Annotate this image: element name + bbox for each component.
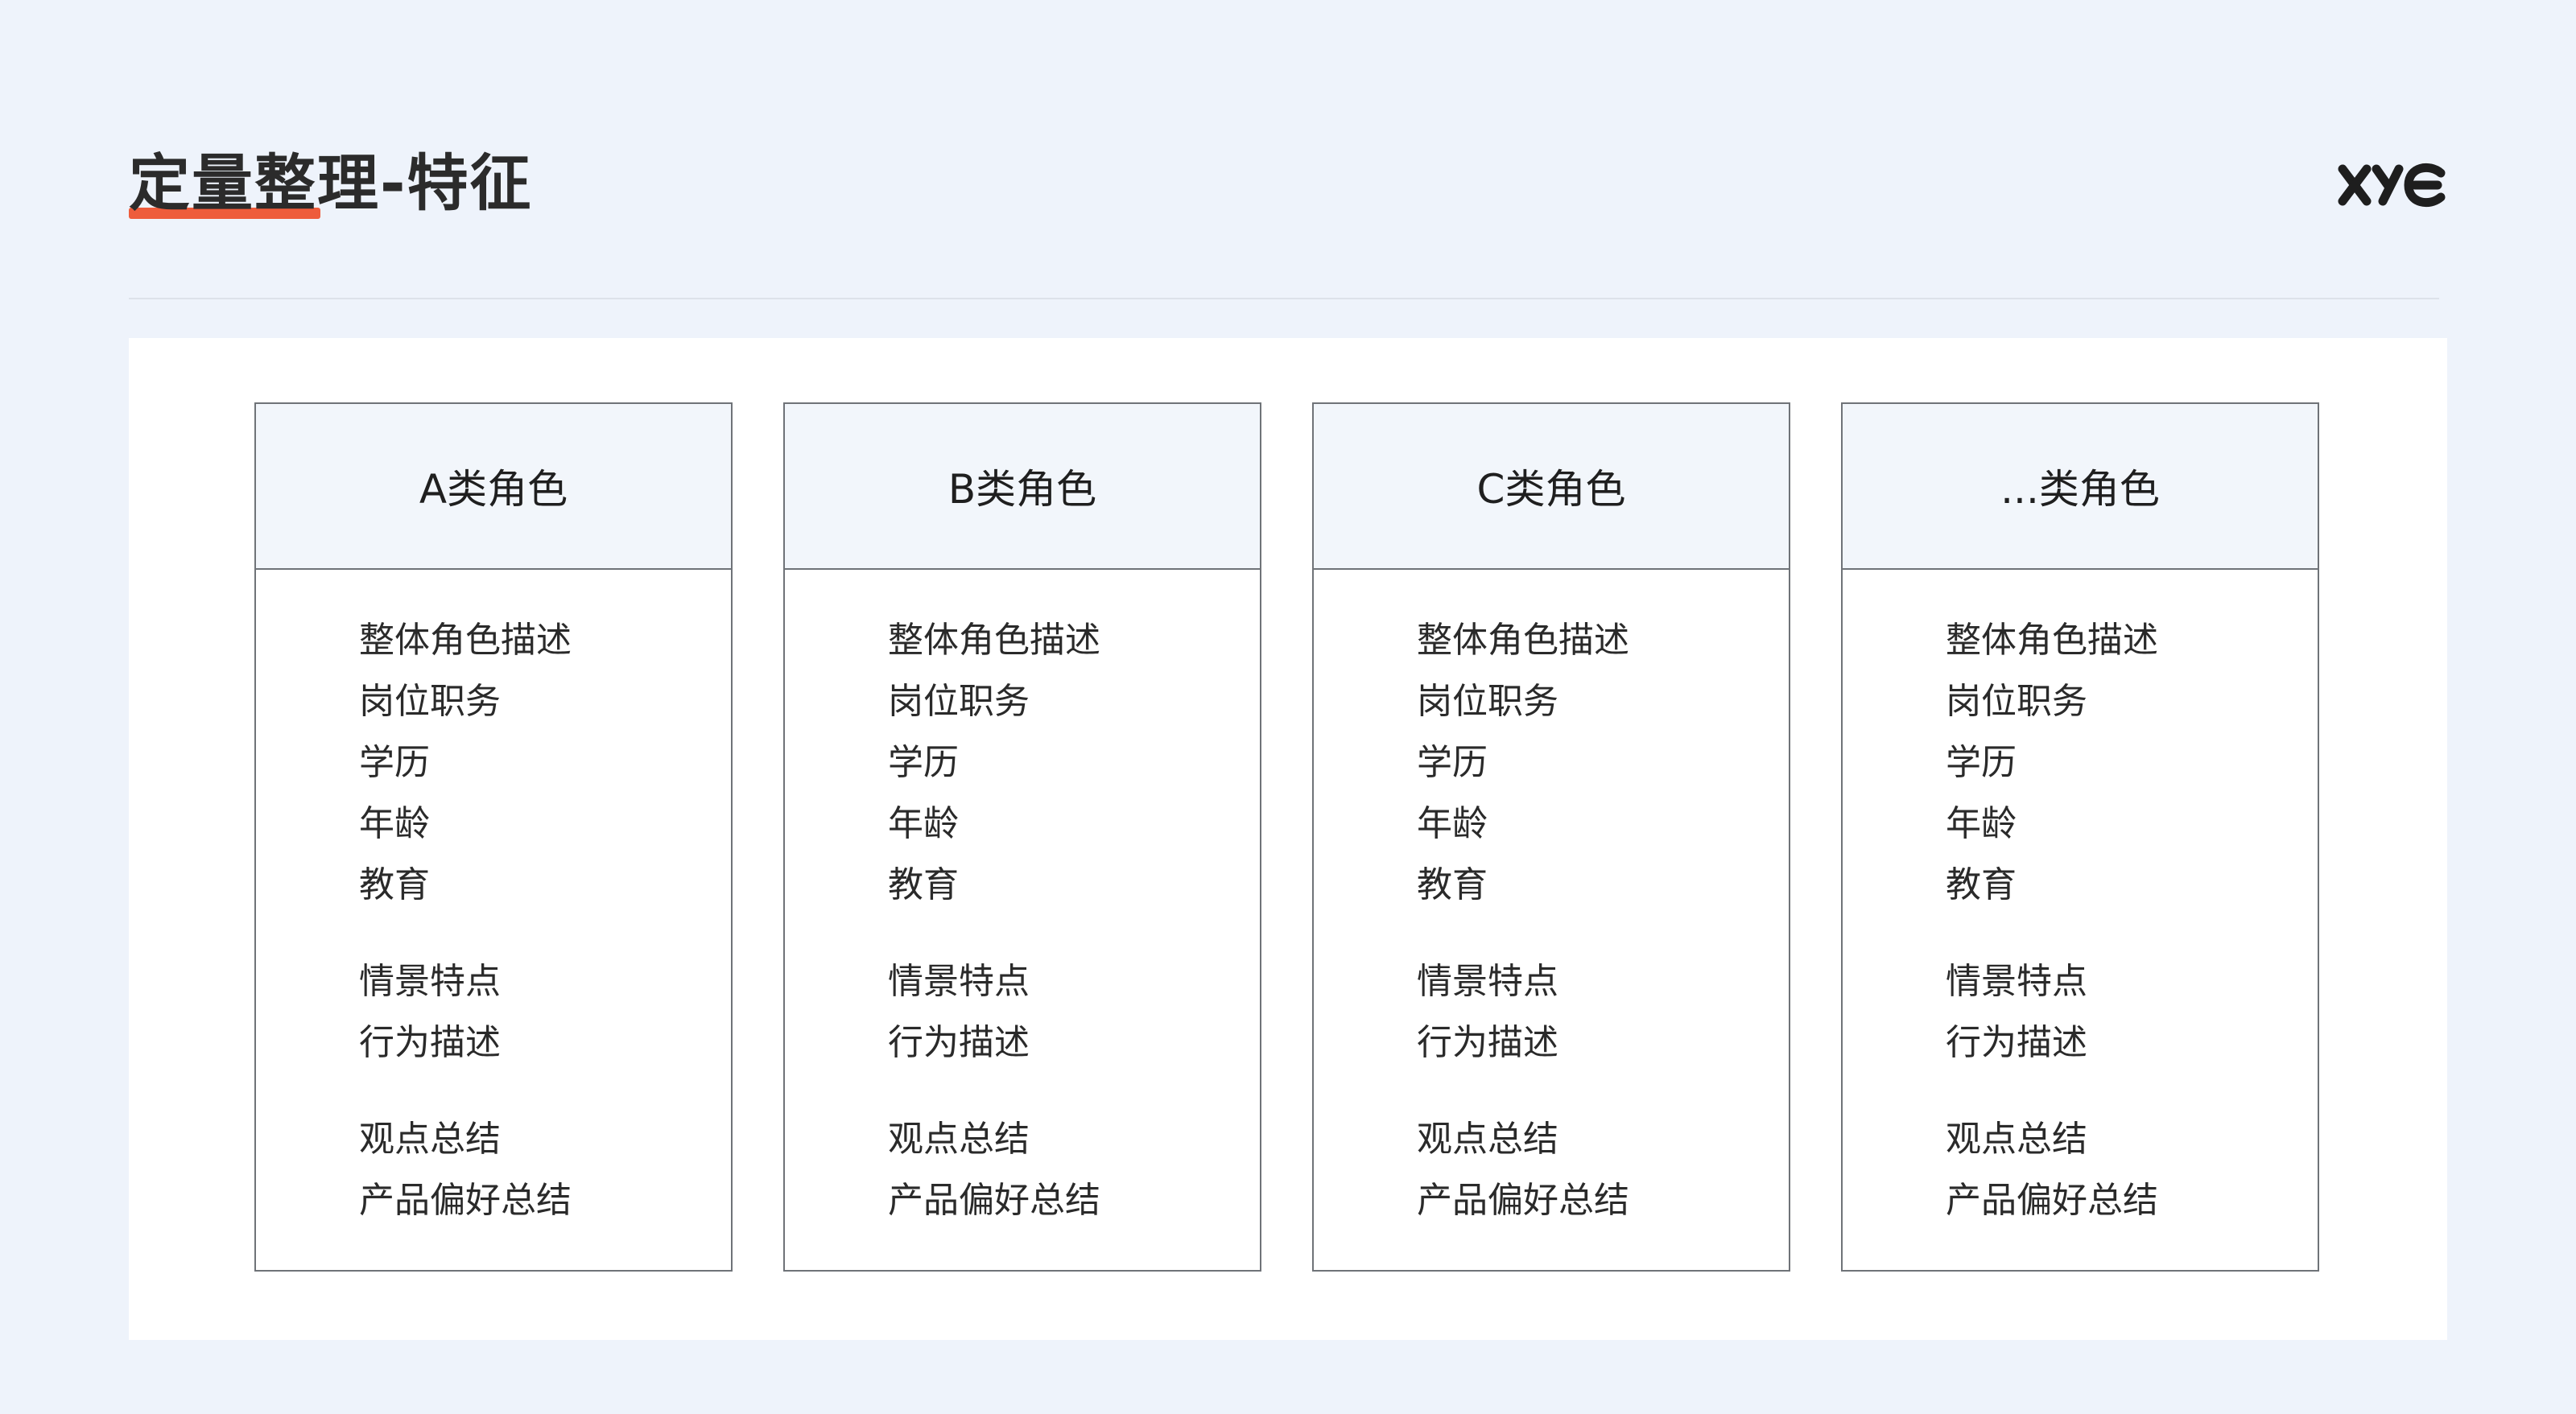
list-item: 教育 — [1946, 864, 2017, 905]
list-item: 教育 — [359, 864, 430, 905]
card-body: 整体角色描述 岗位职务 学历 年龄 教育 情景特点 行为描述 观点总结 产品偏好… — [256, 570, 731, 1231]
feature-group: 情景特点 行为描述 — [888, 951, 1260, 1074]
feature-group: 整体角色描述 岗位职务 学历 年龄 教育 — [359, 610, 731, 916]
list-item: 学历 — [1417, 742, 1488, 783]
list-item: 整体角色描述 — [1946, 620, 2158, 661]
list-item: 情景特点 — [359, 961, 501, 1002]
list-item: 学历 — [888, 742, 959, 783]
card-body: 整体角色描述 岗位职务 学历 年龄 教育 情景特点 行为描述 观点总结 产品偏好… — [785, 570, 1260, 1231]
list-item: 学历 — [1946, 742, 2017, 783]
card-body: 整体角色描述 岗位职务 学历 年龄 教育 情景特点 行为描述 观点总结 产品偏好… — [1843, 570, 2318, 1231]
list-item: 整体角色描述 — [1417, 620, 1629, 661]
list-item: 观点总结 — [359, 1119, 501, 1160]
list-item: 岗位职务 — [1946, 681, 2087, 722]
list-item: 产品偏好总结 — [888, 1180, 1100, 1221]
card-title: C类角色 — [1314, 404, 1789, 570]
card-title: A类角色 — [256, 404, 731, 570]
list-item: 岗位职务 — [359, 681, 501, 722]
feature-group: 观点总结 产品偏好总结 — [1946, 1109, 2318, 1231]
feature-group: 整体角色描述 岗位职务 学历 年龄 教育 — [1417, 610, 1789, 916]
feature-group: 整体角色描述 岗位职务 学历 年龄 教育 — [888, 610, 1260, 916]
card-title: ...类角色 — [1843, 404, 2318, 570]
list-item: 情景特点 — [1946, 961, 2087, 1002]
card-body: 整体角色描述 岗位职务 学历 年龄 教育 情景特点 行为描述 观点总结 产品偏好… — [1314, 570, 1789, 1231]
feature-group: 整体角色描述 岗位职务 学历 年龄 教育 — [1946, 610, 2318, 916]
feature-group: 情景特点 行为描述 — [359, 951, 731, 1074]
list-item: 岗位职务 — [1417, 681, 1558, 722]
list-item: 情景特点 — [1417, 961, 1558, 1002]
list-item: 教育 — [1417, 864, 1488, 905]
list-item: 行为描述 — [359, 1022, 501, 1063]
list-item: 产品偏好总结 — [1946, 1180, 2158, 1221]
list-item: 产品偏好总结 — [1417, 1180, 1629, 1221]
list-item: 行为描述 — [1417, 1022, 1558, 1063]
list-item: 行为描述 — [1946, 1022, 2087, 1063]
role-card-c: C类角色 整体角色描述 岗位职务 学历 年龄 教育 情景特点 行为描述 观点总结… — [1312, 402, 1790, 1272]
feature-group: 情景特点 行为描述 — [1946, 951, 2318, 1074]
list-item: 教育 — [888, 864, 959, 905]
xyc-logo-icon — [2338, 163, 2446, 208]
list-item: 岗位职务 — [888, 681, 1030, 722]
list-item: 年龄 — [1417, 803, 1488, 844]
list-item: 情景特点 — [888, 961, 1030, 1002]
feature-group: 观点总结 产品偏好总结 — [888, 1109, 1260, 1231]
list-item: 学历 — [359, 742, 430, 783]
brand-logo — [2334, 157, 2447, 213]
list-item: 年龄 — [888, 803, 959, 844]
role-card-b: B类角色 整体角色描述 岗位职务 学历 年龄 教育 情景特点 行为描述 观点总结… — [783, 402, 1261, 1272]
feature-group: 观点总结 产品偏好总结 — [359, 1109, 731, 1231]
list-item: 观点总结 — [1417, 1119, 1558, 1160]
role-card-a: A类角色 整体角色描述 岗位职务 学历 年龄 教育 情景特点 行为描述 观点总结… — [254, 402, 733, 1272]
list-item: 观点总结 — [1946, 1119, 2087, 1160]
role-card-other: ...类角色 整体角色描述 岗位职务 学历 年龄 教育 情景特点 行为描述 观点… — [1841, 402, 2319, 1272]
feature-group: 观点总结 产品偏好总结 — [1417, 1109, 1789, 1231]
list-item: 观点总结 — [888, 1119, 1030, 1160]
list-item: 年龄 — [1946, 803, 2017, 844]
list-item: 行为描述 — [888, 1022, 1030, 1063]
content-panel: A类角色 整体角色描述 岗位职务 学历 年龄 教育 情景特点 行为描述 观点总结… — [129, 338, 2447, 1340]
list-item: 整体角色描述 — [888, 620, 1100, 661]
list-item: 整体角色描述 — [359, 620, 572, 661]
feature-group: 情景特点 行为描述 — [1417, 951, 1789, 1074]
card-title: B类角色 — [785, 404, 1260, 570]
list-item: 年龄 — [359, 803, 430, 844]
header-divider — [129, 298, 2439, 299]
page-title: 定量整理-特征 — [129, 147, 533, 219]
list-item: 产品偏好总结 — [359, 1180, 572, 1221]
